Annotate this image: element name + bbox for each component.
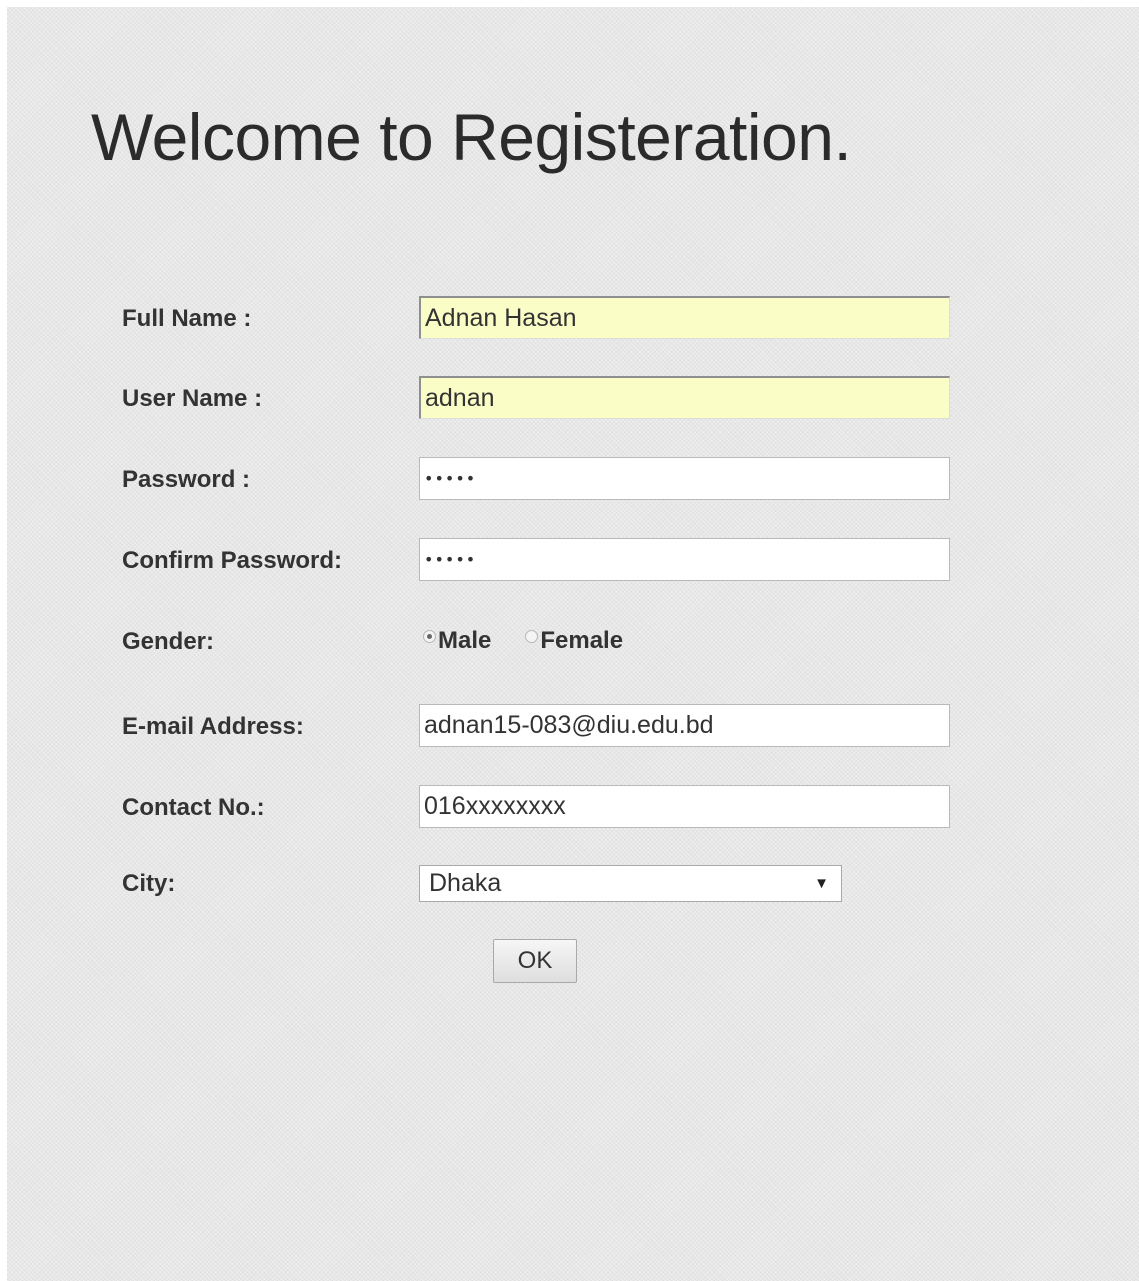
email-input[interactable]: [419, 704, 950, 747]
gender-label: Gender:: [122, 628, 215, 655]
gender-option-female[interactable]: Female: [525, 627, 623, 655]
female-radio-label[interactable]: Female: [540, 627, 623, 655]
male-radio-label[interactable]: Male: [438, 627, 491, 655]
female-radio[interactable]: [525, 629, 539, 643]
chevron-down-icon[interactable]: ▼: [814, 875, 829, 892]
user-name-label: User Name :: [122, 385, 263, 412]
city-select-value[interactable]: Dhaka: [429, 869, 814, 898]
ok-button[interactable]: OK: [493, 939, 577, 983]
full-name-label: Full Name :: [122, 305, 252, 332]
page-title: Welcome to Registeration.: [91, 100, 852, 174]
confirm-password-input[interactable]: [419, 538, 950, 581]
user-name-input[interactable]: [419, 376, 950, 419]
password-input[interactable]: [419, 457, 950, 500]
male-radio[interactable]: [423, 629, 436, 643]
email-label: E-mail Address:: [122, 713, 304, 740]
city-label: City:: [122, 870, 176, 897]
password-label: Password :: [122, 466, 251, 493]
full-name-input[interactable]: [419, 296, 950, 339]
city-select[interactable]: Dhaka ▼: [419, 865, 842, 902]
confirm-password-label: Confirm Password:: [122, 547, 343, 574]
gender-radio-group: Male Female: [423, 625, 623, 657]
contact-input[interactable]: [419, 785, 950, 828]
gender-option-male[interactable]: Male: [423, 627, 491, 655]
registration-page: Welcome to Registeration. Full Name : Us…: [7, 7, 1139, 1281]
contact-label: Contact No.:: [122, 794, 265, 821]
